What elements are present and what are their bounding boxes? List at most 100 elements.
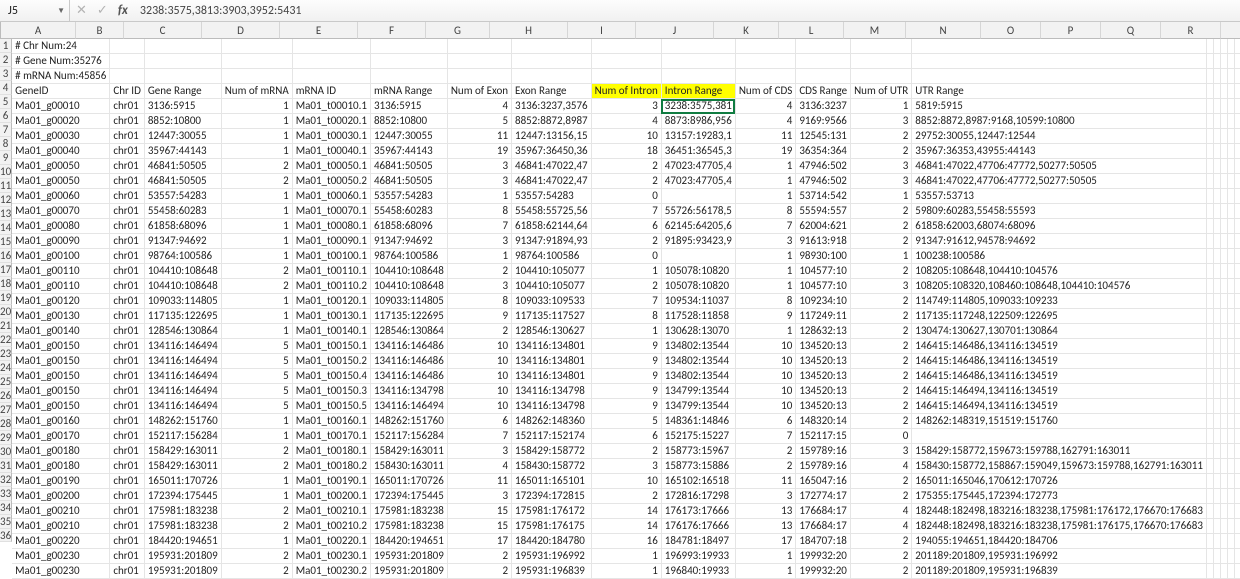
row-header-11[interactable]: 11 [0,179,12,193]
cell-D13[interactable]: 1 [221,219,292,234]
cell-R25[interactable] [1227,399,1234,414]
cell-D25[interactable]: 5 [221,399,292,414]
cell-K15[interactable]: 1 [735,249,796,264]
cell-J19[interactable]: 117528:11858 [661,309,735,324]
cell-A17[interactable]: Ma01_g00110 [12,279,110,294]
row-header-12[interactable]: 12 [0,193,12,207]
cell-K25[interactable]: 10 [735,399,796,414]
cell-I11[interactable]: 0 [591,189,661,204]
cell-J34[interactable]: 184781:18497 [661,534,735,549]
row-header-3[interactable]: 3 [0,67,12,81]
cell-O8[interactable] [1206,144,1213,159]
cell-H29[interactable]: 158430:158772 [512,459,592,474]
cell-C10[interactable]: 46841:50505 [144,174,221,189]
cell-A23[interactable]: Ma01_g00150 [12,369,110,384]
cell-B31[interactable]: chr01 [110,489,145,504]
cell-K27[interactable]: 7 [735,429,796,444]
cell-S6[interactable] [1234,114,1240,129]
cell-E7[interactable]: Ma01_t00030.1 [292,129,370,144]
cell-K7[interactable]: 11 [735,129,796,144]
spreadsheet-grid[interactable]: # Chr Num:24# Gene Num:35276# mRNA Num:4… [12,39,1240,579]
cell-G21[interactable]: 10 [447,339,511,354]
cell-K36[interactable]: 1 [735,564,796,579]
cell-P18[interactable] [1213,294,1220,309]
cell-S25[interactable] [1234,399,1240,414]
cell-R26[interactable] [1227,414,1234,429]
row-header-32[interactable]: 32 [0,473,12,487]
cell-Q29[interactable] [1220,459,1227,474]
cell-N33[interactable]: 182448:182498,183216:183238,175981:17617… [912,519,1207,534]
cell-F15[interactable]: 98764:100586 [370,249,447,264]
cell-K23[interactable]: 10 [735,369,796,384]
cell-F27[interactable]: 152117:156284 [370,429,447,444]
cell-P34[interactable] [1213,534,1220,549]
cell-C15[interactable]: 98764:100586 [144,249,221,264]
cell-R29[interactable] [1227,459,1234,474]
cell-Q6[interactable] [1220,114,1227,129]
cell-R18[interactable] [1227,294,1234,309]
formula-text[interactable]: 3238:3575,3813:3903,3952:5431 [134,4,302,18]
cell-D28[interactable]: 2 [221,444,292,459]
row-header-19[interactable]: 19 [0,291,12,305]
cell-A35[interactable]: Ma01_g00230 [12,549,110,564]
cell-F13[interactable]: 61858:68096 [370,219,447,234]
cell-L29[interactable]: 159789:16 [796,459,851,474]
cell-O33[interactable] [1206,519,1213,534]
cell-B12[interactable]: chr01 [110,204,145,219]
cell-I17[interactable]: 2 [591,279,661,294]
cell-B13[interactable]: chr01 [110,219,145,234]
cell-D34[interactable]: 1 [221,534,292,549]
cell-A13[interactable]: Ma01_g00080 [12,219,110,234]
cell-C13[interactable]: 61858:68096 [144,219,221,234]
cell-G11[interactable]: 1 [447,189,511,204]
cell-M23[interactable]: 2 [851,369,912,384]
cell-C33[interactable]: 175981:183238 [144,519,221,534]
cell-C3[interactable] [144,69,221,84]
cell-N25[interactable]: 146415:146494,134116:134519 [912,399,1207,414]
col-header-E[interactable]: E [280,22,358,39]
cell-N19[interactable]: 117135:117248,122509:122695 [912,309,1207,324]
col-header-P[interactable]: P [1041,22,1101,39]
cell-C27[interactable]: 152117:156284 [144,429,221,444]
cell-B22[interactable]: chr01 [110,354,145,369]
cell-Q35[interactable] [1220,549,1227,564]
cell-O25[interactable] [1206,399,1213,414]
cell-O5[interactable] [1206,99,1213,114]
cell-R15[interactable] [1227,249,1234,264]
cell-F17[interactable]: 104410:108648 [370,279,447,294]
cell-C18[interactable]: 109033:114805 [144,294,221,309]
cell-P22[interactable] [1213,354,1220,369]
cell-A36[interactable]: Ma01_g00230 [12,564,110,579]
cell-G31[interactable]: 3 [447,489,511,504]
cell-D29[interactable]: 2 [221,459,292,474]
cell-G28[interactable]: 3 [447,444,511,459]
cell-K9[interactable]: 1 [735,159,796,174]
cell-E36[interactable]: Ma01_t00230.2 [292,564,370,579]
cell-D24[interactable]: 5 [221,384,292,399]
cell-M21[interactable]: 2 [851,339,912,354]
cell-A2[interactable]: # Gene Num:35276 [12,54,110,69]
row-header-33[interactable]: 33 [0,487,12,501]
cell-D31[interactable]: 1 [221,489,292,504]
cell-Q1[interactable] [1220,39,1227,54]
cell-O17[interactable] [1206,279,1213,294]
cell-I19[interactable]: 8 [591,309,661,324]
cell-L9[interactable]: 47946:502 [796,159,851,174]
cell-Q5[interactable] [1220,99,1227,114]
cell-Q23[interactable] [1220,369,1227,384]
col-header-Q[interactable]: Q [1101,22,1161,39]
row-header-22[interactable]: 22 [0,333,12,347]
cell-D18[interactable]: 1 [221,294,292,309]
cell-I9[interactable]: 2 [591,159,661,174]
cell-S2[interactable] [1234,54,1240,69]
cell-D2[interactable] [221,54,292,69]
cell-O28[interactable] [1206,444,1213,459]
cell-S10[interactable] [1234,174,1240,189]
cell-S15[interactable] [1234,249,1240,264]
cell-L12[interactable]: 55594:557 [796,204,851,219]
cell-S26[interactable] [1234,414,1240,429]
cell-G6[interactable]: 5 [447,114,511,129]
cell-F1[interactable] [370,39,447,54]
cell-J14[interactable]: 91895:93423,9 [661,234,735,249]
cell-P26[interactable] [1213,414,1220,429]
